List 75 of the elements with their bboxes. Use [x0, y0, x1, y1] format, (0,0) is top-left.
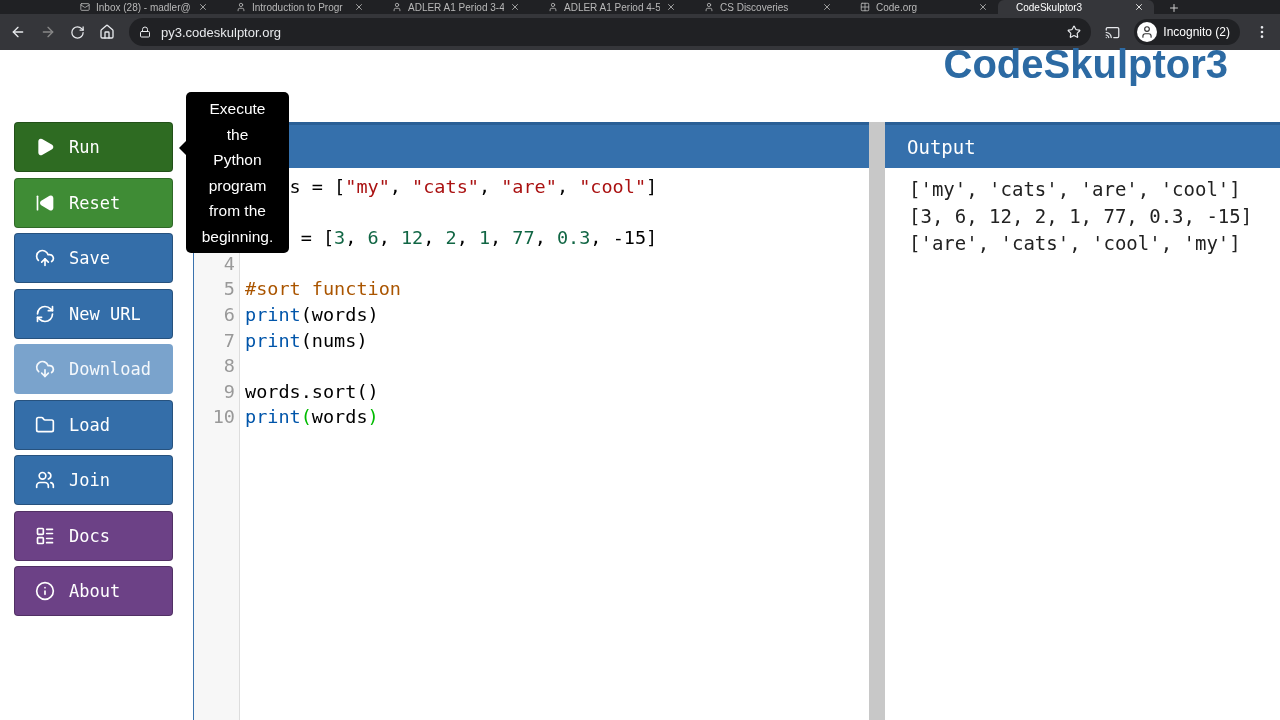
line-number: 7: [222, 328, 236, 353]
users-icon: [35, 470, 55, 490]
run-button[interactable]: Run: [14, 122, 173, 172]
tab-icon: [236, 2, 246, 12]
tab-title: Introduction to Progr: [252, 1, 344, 13]
browser-tab[interactable]: Inbox (28) - madler@: [62, 0, 218, 14]
url-text: py3.codeskulptor.org: [161, 24, 282, 40]
line-number: 5: [222, 277, 236, 302]
code-line: print(nums): [245, 329, 368, 351]
close-icon[interactable]: [978, 2, 988, 12]
incognito-icon: [1137, 22, 1158, 42]
forward-icon[interactable]: [40, 24, 56, 40]
close-icon[interactable]: [666, 2, 676, 12]
browser-tab[interactable]: CodeSkulptor3: [998, 0, 1154, 14]
tab-title: ADLER A1 Period 3-4: [408, 1, 504, 13]
cast-icon[interactable]: [1105, 24, 1121, 40]
close-icon[interactable]: [198, 2, 208, 12]
play-icon: [35, 137, 55, 157]
line-number: 10: [211, 405, 236, 430]
save-button[interactable]: Save: [14, 233, 173, 283]
list-icon: [35, 525, 55, 546]
load-button[interactable]: Load: [14, 399, 173, 450]
logo: CodeSkulptor3: [943, 44, 1228, 84]
cloud-upload-icon: [35, 248, 55, 268]
docs-button[interactable]: Docs: [14, 510, 173, 561]
new-url-button[interactable]: New URL: [14, 288, 173, 339]
code-line: = [3, 6, 12, 2, 1, 77, 0.3, -15]: [300, 227, 658, 249]
profile-button[interactable]: Incognito (2): [1134, 19, 1240, 45]
info-icon: [35, 581, 55, 601]
tab-icon: [80, 2, 90, 12]
browser-tab[interactable]: Introduction to Progr: [218, 0, 374, 14]
output-line: ['my', 'cats', 'are', 'cool']: [909, 177, 1242, 202]
join-button[interactable]: Join: [14, 455, 173, 505]
close-icon[interactable]: [1134, 2, 1144, 12]
cloud-download-icon: [35, 359, 55, 379]
lock-icon: [139, 26, 151, 38]
tab-title: CS Discoveries: [720, 1, 790, 13]
about-button[interactable]: About: [14, 566, 173, 616]
home-icon[interactable]: [99, 24, 115, 40]
code-line: print(words): [245, 406, 379, 428]
browser-tab[interactable]: CS Discoveries: [686, 0, 842, 14]
panel-title: Output: [885, 122, 1280, 168]
browser-tab[interactable]: ADLER A1 Period 3-4: [374, 0, 530, 14]
browser-tab[interactable]: ADLER A1 Period 4-5: [530, 0, 686, 14]
tab-icon: [548, 2, 558, 12]
tab-title: ADLER A1 Period 4-5: [564, 1, 660, 13]
back-icon[interactable]: [10, 24, 26, 40]
code-line: print(words): [245, 303, 379, 325]
tab-title: CodeSkulptor3: [1016, 1, 1084, 13]
folder-icon: [35, 414, 55, 435]
line-number: 6: [222, 302, 236, 327]
output-line: ['are', 'cats', 'cool', 'my']: [909, 231, 1242, 256]
tab-icon: [392, 2, 402, 12]
tab-title: Code.org: [876, 1, 919, 13]
close-icon[interactable]: [510, 2, 520, 12]
reload-icon[interactable]: [70, 24, 85, 40]
address-field[interactable]: py3.codeskulptor.org: [129, 18, 1092, 46]
line-number: 9: [222, 379, 236, 404]
tab-icon: [860, 2, 870, 12]
output-line: [3, 6, 12, 2, 1, 77, 0.3, -15]: [909, 204, 1254, 229]
refresh-icon: [35, 303, 55, 324]
browser-tab[interactable]: Code.org: [842, 0, 998, 14]
tab-icon: [704, 2, 714, 12]
bookmark-star-icon[interactable]: [1067, 25, 1082, 39]
code-line: words.sort(): [245, 380, 379, 402]
tab-title: Inbox (28) - madler@: [96, 1, 192, 13]
line-number: 8: [222, 354, 236, 379]
code-line: s = ["my", "cats", "are", "cool"]: [289, 176, 658, 197]
close-icon[interactable]: [354, 2, 364, 12]
close-icon[interactable]: [822, 2, 832, 12]
new-tab-icon[interactable]: [1168, 2, 1180, 14]
code-line: #sort function: [245, 278, 401, 300]
tooltip: Execute the Python program from the beginning.: [186, 92, 289, 253]
reset-button[interactable]: Reset: [14, 177, 173, 228]
line-number: 4: [222, 251, 236, 276]
